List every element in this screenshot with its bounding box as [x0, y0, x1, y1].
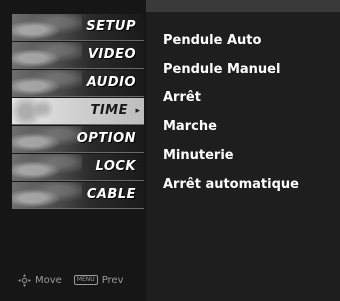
- menu-item-time[interactable]: TIME ▸: [12, 98, 144, 125]
- menu-item-label: AUDIO: [86, 75, 136, 90]
- menu-item-audio[interactable]: AUDIO: [12, 70, 144, 97]
- menu-item-label: TIME: [90, 103, 128, 118]
- submenu-top-bar: [146, 0, 340, 12]
- menu-item-label: SETUP: [86, 19, 136, 34]
- menu-item-label: CABLE: [86, 187, 136, 202]
- menu-item-lock[interactable]: LOCK: [12, 154, 144, 181]
- submenu-item-pendule-auto[interactable]: Pendule Auto: [163, 33, 261, 48]
- submenu-item-arret[interactable]: Arrêt: [163, 90, 201, 105]
- menu-item-label: OPTION: [76, 131, 136, 146]
- submenu-item-marche[interactable]: Marche: [163, 119, 217, 134]
- navigation-pad-icon: [18, 273, 31, 287]
- footer-hints: Move MENU Prev: [18, 273, 124, 287]
- move-hint-label: Move: [35, 274, 62, 286]
- menu-item-label: LOCK: [95, 159, 136, 174]
- menu-item-option[interactable]: OPTION: [12, 126, 144, 153]
- menu-item-video[interactable]: VIDEO: [12, 42, 144, 69]
- submenu-item-minuterie[interactable]: Minuterie: [163, 148, 234, 163]
- submenu-item-pendule-manuel[interactable]: Pendule Manuel: [163, 62, 280, 77]
- submenu-arrow-icon: ▸: [135, 106, 140, 116]
- menu-item-cable[interactable]: CABLE: [12, 182, 144, 209]
- menu-item-setup[interactable]: SETUP: [12, 14, 144, 41]
- submenu-item-arret-automatique[interactable]: Arrêt automatique: [163, 177, 299, 192]
- menu-key-icon: MENU: [73, 275, 98, 285]
- tv-osd-screen: SETUP VIDEO AUDIO TIME ▸ OPTION LOCK CAB…: [0, 0, 340, 301]
- prev-hint-label: Prev: [101, 274, 124, 286]
- menu-item-label: VIDEO: [87, 47, 136, 62]
